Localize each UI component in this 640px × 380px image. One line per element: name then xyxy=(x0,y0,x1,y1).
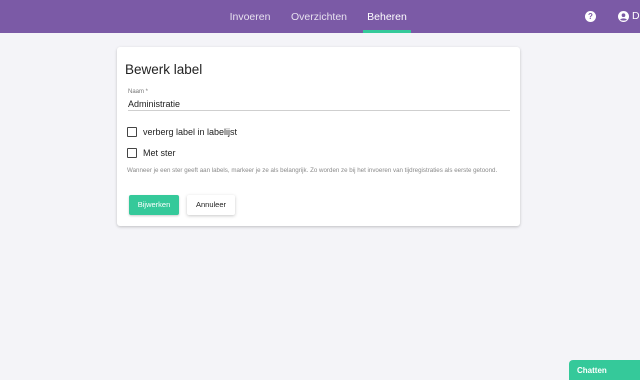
hide-label-option[interactable]: verberg label in labelijst xyxy=(127,126,237,138)
star-label-text[interactable]: Met ster xyxy=(143,148,176,158)
page-title: Bewerk label xyxy=(125,62,203,77)
name-input[interactable] xyxy=(128,97,510,111)
star-option[interactable]: Met ster xyxy=(127,147,176,159)
tab-overzichten[interactable]: Overzichten xyxy=(288,0,350,33)
hide-label-checkbox[interactable] xyxy=(127,127,137,137)
user-name-initial[interactable]: D xyxy=(632,10,640,22)
question-circle-icon[interactable]: ? xyxy=(585,11,596,22)
star-help-text: Wanneer je een ster geeft aan labels, ma… xyxy=(127,167,498,174)
star-checkbox[interactable] xyxy=(127,148,137,158)
name-field-label: Naam * xyxy=(128,89,149,95)
tab-label: Beheren xyxy=(367,11,407,23)
user-circle-icon[interactable] xyxy=(618,11,629,22)
tab-beheren[interactable]: Beheren xyxy=(363,0,411,33)
update-button[interactable]: Bijwerken xyxy=(129,195,179,215)
tab-label: Overzichten xyxy=(290,11,348,23)
chat-button[interactable]: Chatten xyxy=(569,360,640,380)
tab-label: Invoeren xyxy=(229,11,271,23)
active-tab-indicator xyxy=(363,30,411,33)
edit-label-card: Bewerk label Naam * verberg label in lab… xyxy=(117,47,520,226)
top-nav-bar: Invoeren Overzichten Beheren ? D xyxy=(0,0,640,33)
tab-invoeren[interactable]: Invoeren xyxy=(226,0,274,33)
cancel-button[interactable]: Annuleer xyxy=(187,195,235,215)
hide-label-text[interactable]: verberg label in labelijst xyxy=(143,127,237,137)
